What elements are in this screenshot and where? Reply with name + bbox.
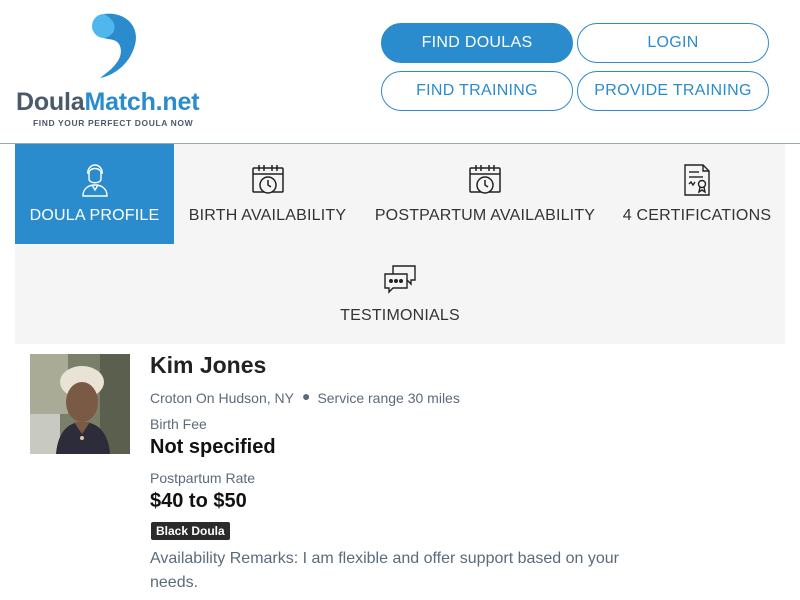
- profile-tabs: DOULA PROFILE BIRTH AVAILABILITY POSTPAR: [15, 144, 785, 344]
- doula-profile-photo: [30, 354, 130, 454]
- doula-name: Kim Jones: [150, 352, 267, 378]
- logo-wordmark: DoulaMatch.net: [16, 88, 200, 117]
- service-range: Service range 30 miles: [317, 390, 460, 406]
- certificate-document-icon: [684, 164, 710, 196]
- profile-photo-image: [30, 354, 130, 454]
- find-training-button[interactable]: FIND TRAINING: [381, 71, 573, 111]
- doula-person-icon: [81, 164, 108, 197]
- tab-postpartum-availability[interactable]: POSTPARTUM AVAILABILITY: [370, 144, 600, 244]
- provide-training-button[interactable]: PROVIDE TRAINING: [577, 71, 769, 111]
- doula-location-line: Croton On Hudson, NY ● Service range 30 mi…: [150, 388, 460, 406]
- doula-tag-badge: Black Doula: [151, 522, 230, 540]
- logo-mark-icon: [92, 13, 136, 78]
- postpartum-rate-value: $40 to $50: [150, 490, 247, 512]
- tab-birth-availability[interactable]: BIRTH AVAILABILITY: [180, 144, 355, 244]
- separator-dot-icon: ●: [301, 388, 311, 404]
- tab-birth-availability-label: BIRTH AVAILABILITY: [188, 207, 347, 224]
- tab-testimonials-label: TESTIMONIALS: [340, 307, 460, 324]
- tab-doula-profile[interactable]: DOULA PROFILE: [15, 144, 174, 244]
- site-header: DoulaMatch.net FIND YOUR PERFECT DOULA N…: [0, 0, 800, 144]
- doula-location: Croton On Hudson, NY: [150, 390, 294, 406]
- speech-bubbles-icon: [384, 265, 416, 294]
- logo-word-part1: Doula: [16, 88, 85, 116]
- birth-fee-label: Birth Fee: [150, 416, 207, 432]
- find-doulas-button[interactable]: FIND DOULAS: [381, 23, 573, 63]
- tab-postpartum-availability-label: POSTPARTUM AVAILABILITY: [374, 207, 596, 224]
- postpartum-rate-label: Postpartum Rate: [150, 470, 256, 486]
- doulamatch-logo[interactable]: DoulaMatch.net FIND YOUR PERFECT DOULA N…: [16, 12, 226, 132]
- tab-certifications[interactable]: 4 CERTIFICATIONS: [615, 144, 779, 244]
- tab-testimonials[interactable]: TESTIMONIALS: [325, 244, 475, 344]
- tab-doula-profile-label: DOULA PROFILE: [29, 207, 160, 224]
- birth-fee-value: Not specified: [150, 436, 276, 458]
- login-button[interactable]: LOGIN: [577, 23, 769, 63]
- availability-remarks: Availability Remarks: I am flexible and …: [150, 550, 619, 591]
- logo-word-part2: Match.net: [84, 88, 200, 116]
- logo-tagline: FIND YOUR PERFECT DOULA NOW: [33, 118, 194, 128]
- tab-certifications-label: 4 CERTIFICATIONS: [622, 207, 772, 224]
- calendar-clock-icon: [469, 165, 501, 194]
- calendar-clock-icon: [251, 165, 284, 194]
